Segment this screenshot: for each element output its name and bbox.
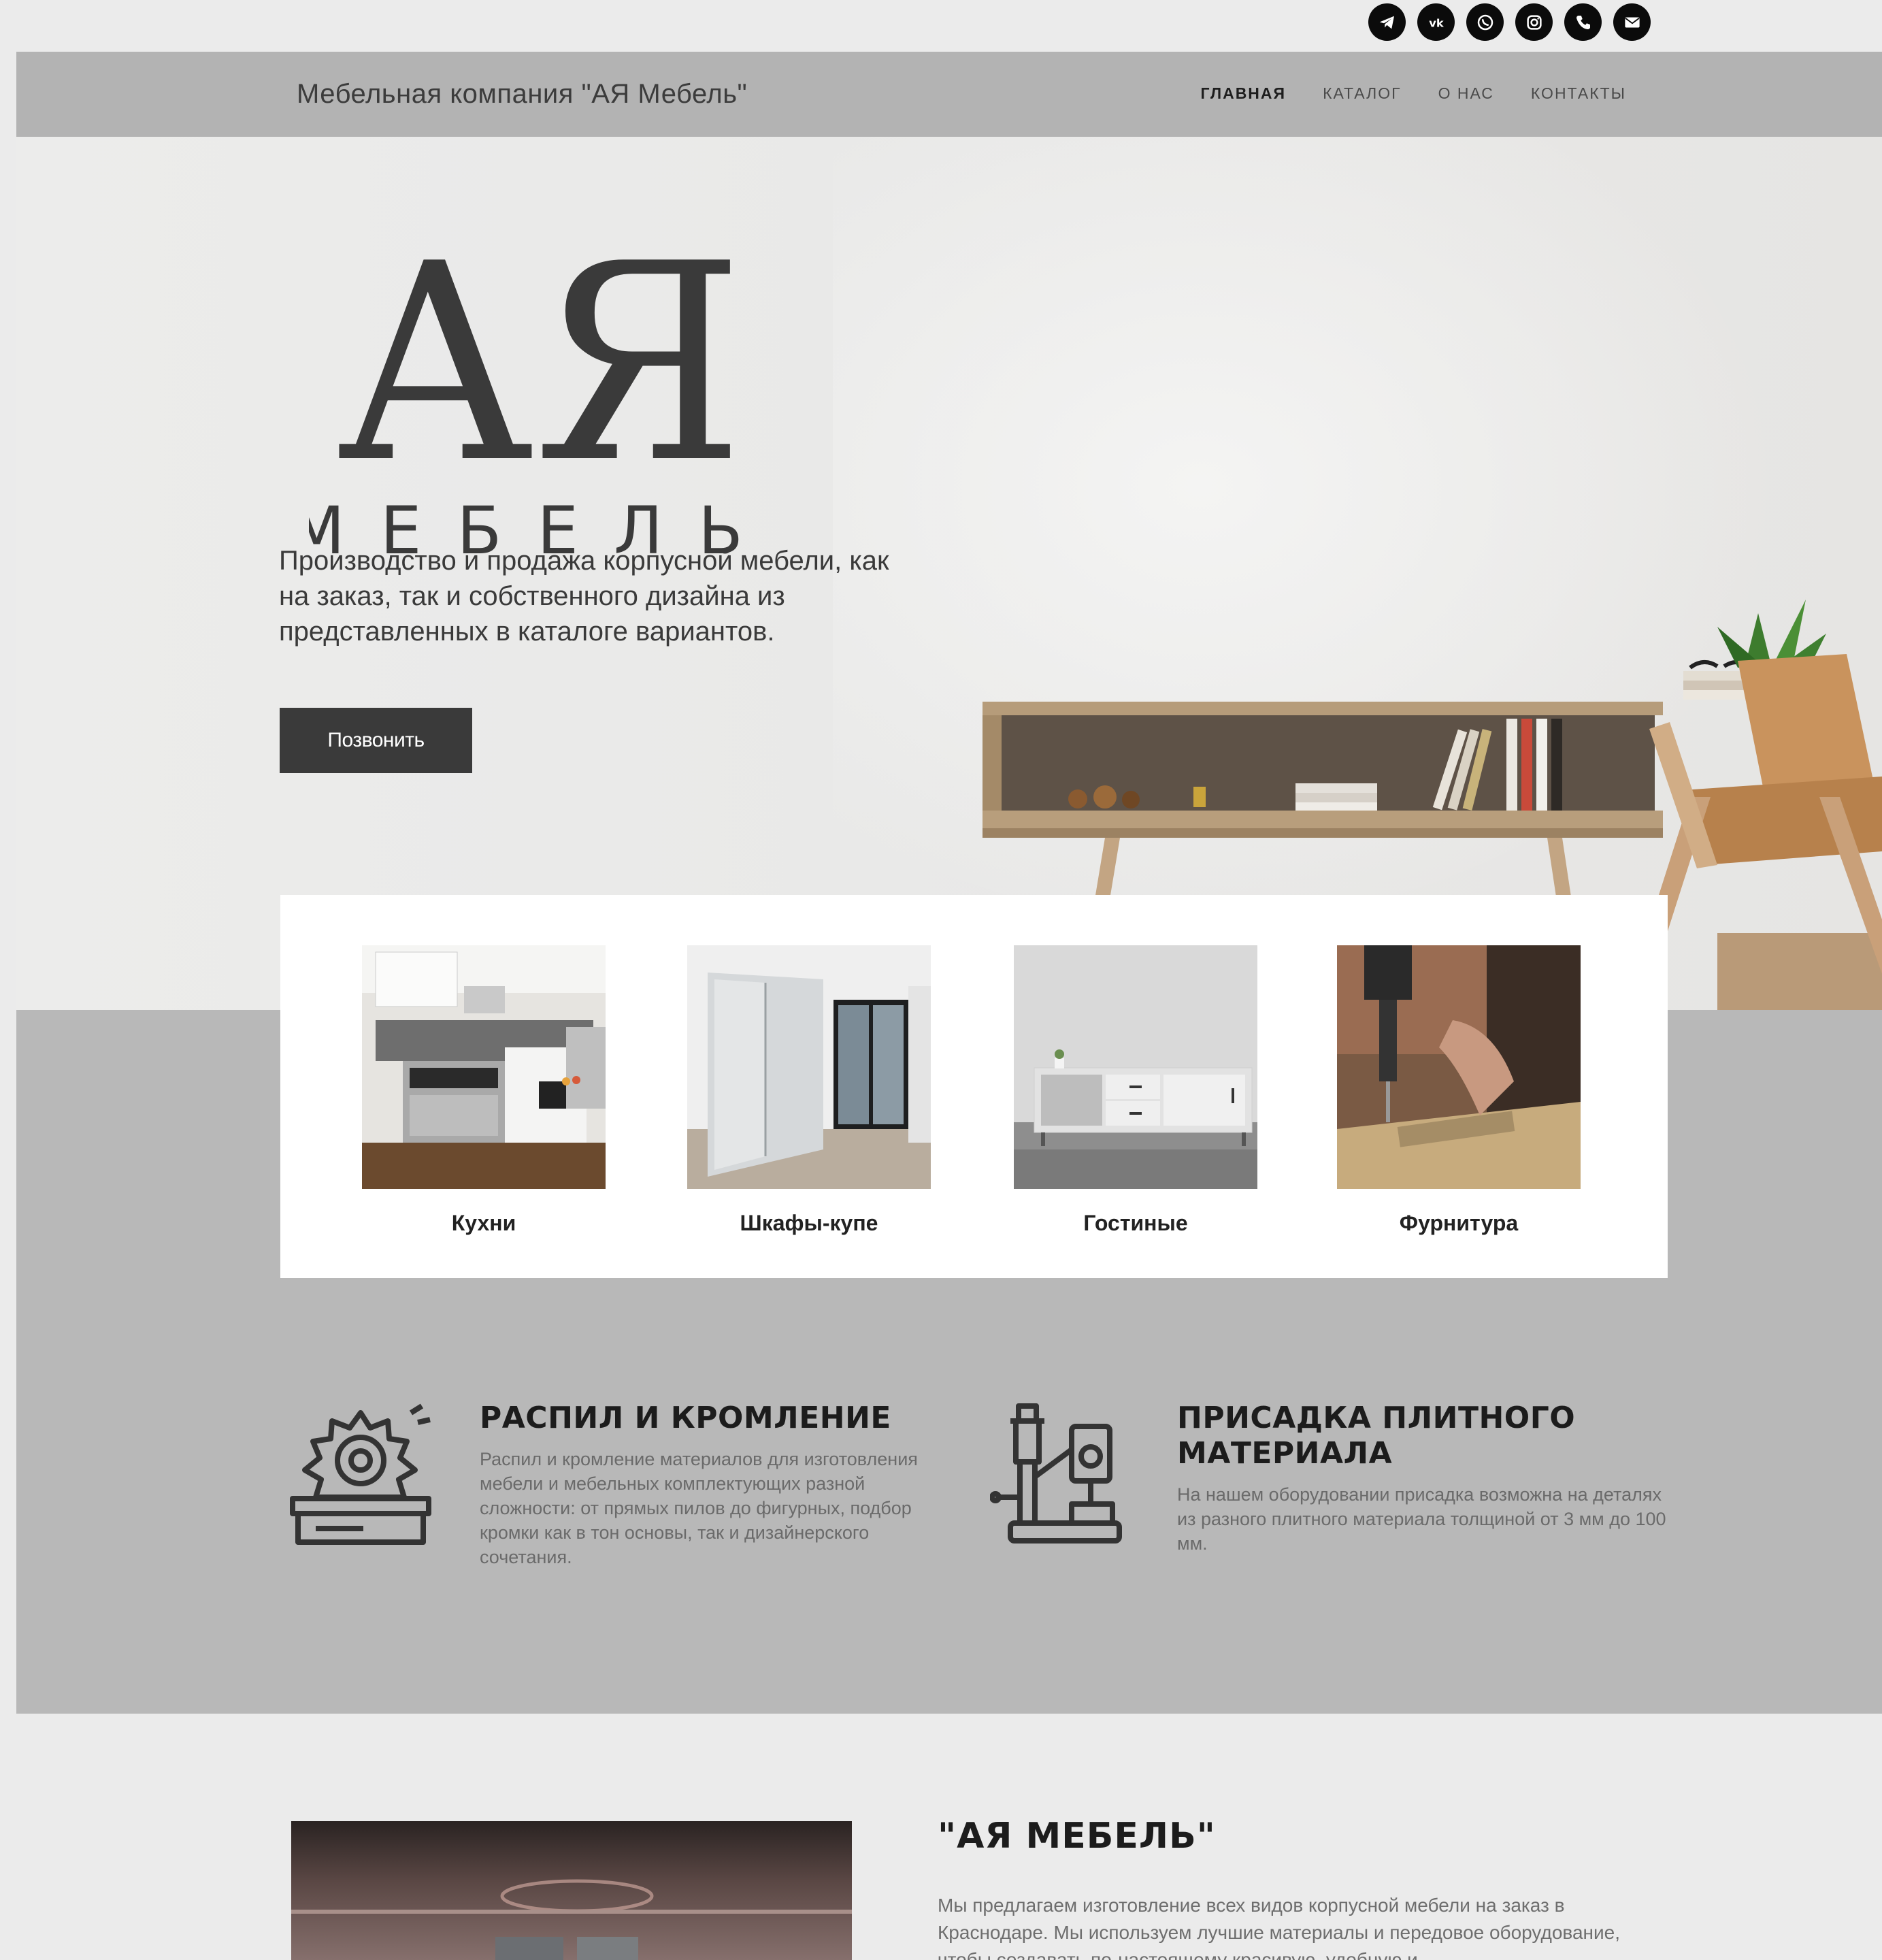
svg-text:vk: vk: [1429, 16, 1444, 29]
main-nav: ГЛАВНАЯ КАТАЛОГ О НАС КОНТАКТЫ: [1200, 84, 1626, 103]
vk-icon[interactable]: vk: [1417, 3, 1455, 41]
circular-saw-icon: [290, 1403, 431, 1545]
service-sawing-title: РАСПИЛ И КРОМЛЕНИЕ: [480, 1401, 891, 1435]
wardrobes-image[interactable]: [687, 945, 931, 1189]
category-card-living-rooms[interactable]: Гостиные: [1014, 945, 1257, 1236]
about-text: Мы предлагаем изготовление всех видов ко…: [938, 1895, 1620, 1960]
service-drilling-title: ПРИСАДКА ПЛИТНОГО МАТЕРИАЛА: [1177, 1401, 1576, 1471]
call-button[interactable]: Позвонить: [280, 708, 472, 773]
category-label-kitchens[interactable]: Кухни: [362, 1211, 606, 1236]
page: vk Мебельная компания "АЯ Мебель" ГЛАВНА…: [0, 0, 1882, 1960]
telegram-icon[interactable]: [1368, 3, 1406, 41]
nav-catalog[interactable]: КАТАЛОГ: [1323, 84, 1402, 103]
category-label-wardrobes[interactable]: Шкафы-купе: [687, 1211, 931, 1236]
category-label-hardware[interactable]: Фурнитура: [1337, 1211, 1581, 1236]
social-icons: vk: [1368, 3, 1651, 41]
category-cards: Кухни Шкафы-купе Гостиные Фурнитура: [280, 895, 1668, 1278]
drilling-machine-icon: [990, 1403, 1122, 1544]
service-sawing: РАСПИЛ И КРОМЛЕНИЕ Распил и кромление ма…: [480, 1401, 963, 1569]
phone-icon[interactable]: [1564, 3, 1602, 41]
company-logo: АЯ МЕБЕЛЬ: [309, 206, 744, 559]
whatsapp-icon[interactable]: [1466, 3, 1504, 41]
category-card-kitchens[interactable]: Кухни: [362, 945, 606, 1236]
hero-description: Производство и продажа корпусной мебели,…: [279, 546, 889, 647]
service-drilling-description: На нашем оборудовании присадка возможна …: [1177, 1484, 1666, 1554]
hero-section: АЯ МЕБЕЛЬ Производство и продажа корпусн…: [16, 137, 1882, 1010]
brand-name[interactable]: Мебельная компания "АЯ Мебель": [297, 79, 747, 110]
living-rooms-image[interactable]: [1014, 945, 1257, 1189]
service-sawing-description: Распил и кромление материалов для изгото…: [480, 1449, 918, 1567]
kitchens-image[interactable]: [362, 945, 606, 1189]
nav-home[interactable]: ГЛАВНАЯ: [1200, 84, 1286, 103]
category-label-living-rooms[interactable]: Гостиные: [1014, 1211, 1257, 1236]
svg-text:АЯ: АЯ: [336, 206, 744, 523]
nav-contacts[interactable]: КОНТАКТЫ: [1531, 84, 1626, 103]
instagram-icon[interactable]: [1515, 3, 1553, 41]
hardware-image[interactable]: [1337, 945, 1581, 1189]
service-drilling: ПРИСАДКА ПЛИТНОГО МАТЕРИАЛА На нашем обо…: [1177, 1401, 1681, 1556]
about-image: [291, 1821, 852, 1960]
about-title: "АЯ МЕБЕЛЬ": [938, 1816, 1216, 1857]
social-bar: vk: [16, 0, 1882, 52]
category-card-wardrobes[interactable]: Шкафы-купе: [687, 945, 931, 1236]
mail-icon[interactable]: [1613, 3, 1651, 41]
category-card-hardware[interactable]: Фурнитура: [1337, 945, 1581, 1236]
nav-about[interactable]: О НАС: [1438, 84, 1494, 103]
site-header: Мебельная компания "АЯ Мебель" ГЛАВНАЯ К…: [16, 52, 1882, 137]
